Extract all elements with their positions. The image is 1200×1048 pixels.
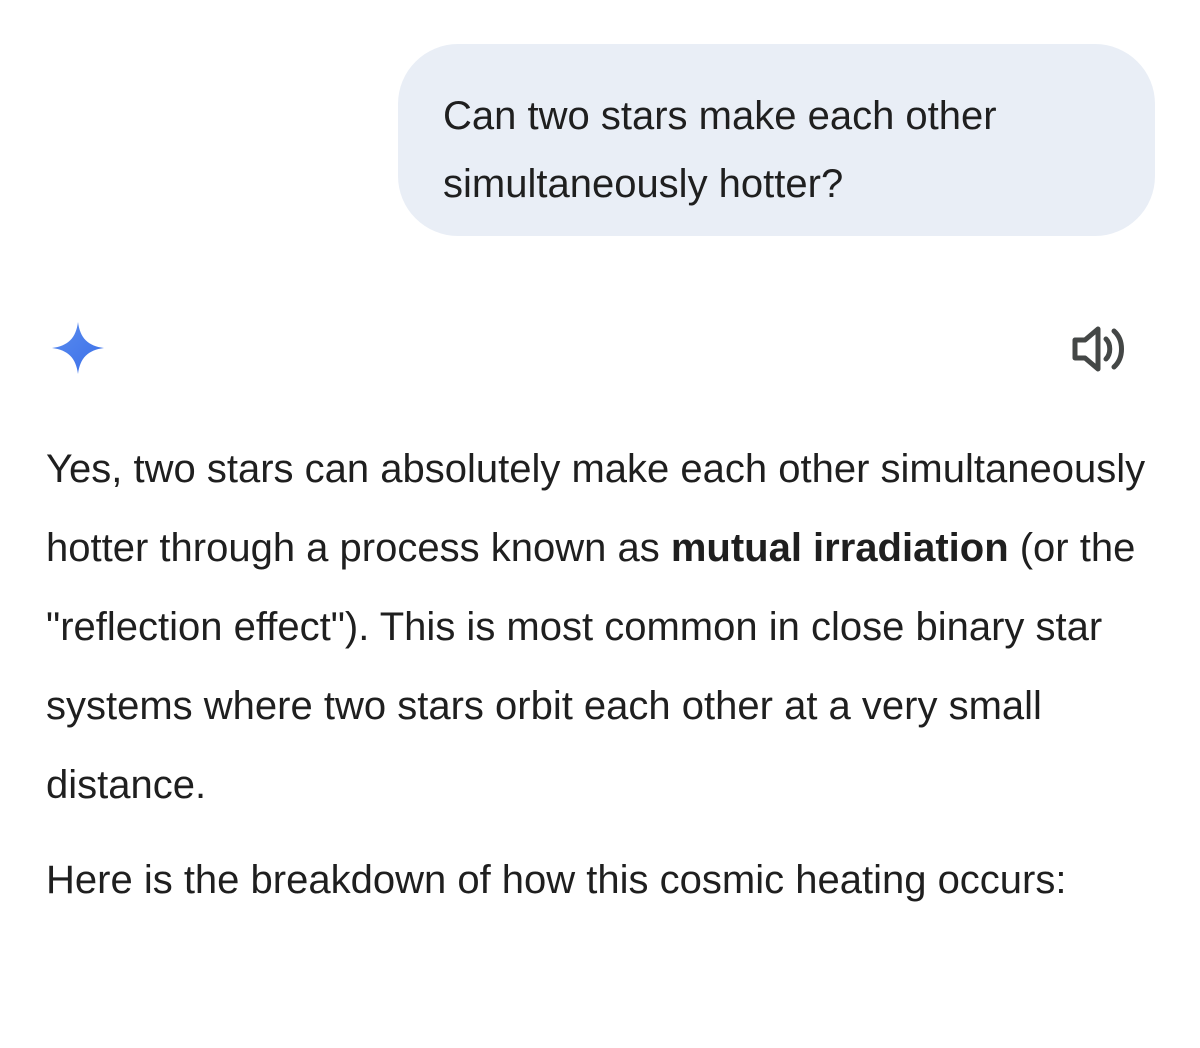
speaker-icon[interactable] — [1070, 322, 1128, 376]
assistant-response: Yes, two stars can absolutely make each … — [46, 430, 1156, 920]
response-paragraph-2: Here is the breakdown of how this cosmic… — [46, 858, 1067, 902]
sparkle-icon — [52, 322, 104, 374]
user-message-bubble: Can two stars make each other simultaneo… — [398, 44, 1155, 236]
user-message-text: Can two stars make each other simultaneo… — [443, 94, 997, 206]
response-bold-term: mutual irradiation — [670, 526, 1009, 570]
response-paragraph-1: Yes, two stars can absolutely make each … — [46, 430, 1156, 825]
